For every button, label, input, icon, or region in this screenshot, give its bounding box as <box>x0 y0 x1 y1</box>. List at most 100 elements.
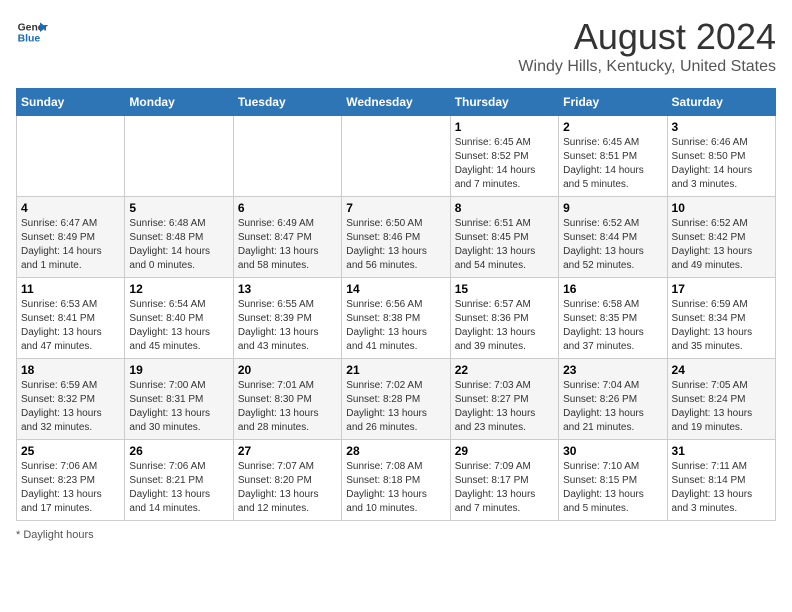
day-info: Sunrise: 6:50 AM Sunset: 8:46 PM Dayligh… <box>346 217 445 273</box>
calendar-cell: 26 Sunrise: 7:06 AM Sunset: 8:21 PM Dayli… <box>125 440 233 521</box>
day-number: 6 <box>238 201 337 215</box>
calendar-cell: 28 Sunrise: 7:08 AM Sunset: 8:18 PM Dayli… <box>342 440 450 521</box>
day-number: 30 <box>563 444 662 458</box>
day-number: 12 <box>129 282 228 296</box>
calendar-cell: 23 Sunrise: 7:04 AM Sunset: 8:26 PM Dayli… <box>559 359 667 440</box>
day-number: 17 <box>672 282 771 296</box>
main-title: August 2024 <box>518 16 776 58</box>
subtitle: Windy Hills, Kentucky, United States <box>518 58 776 76</box>
day-info: Sunrise: 6:59 AM Sunset: 8:32 PM Dayligh… <box>21 379 120 435</box>
day-number: 20 <box>238 363 337 377</box>
day-info: Sunrise: 6:51 AM Sunset: 8:45 PM Dayligh… <box>455 217 554 273</box>
calendar-day-header: Thursday <box>450 89 558 116</box>
day-number: 1 <box>455 120 554 134</box>
day-info: Sunrise: 6:45 AM Sunset: 8:51 PM Dayligh… <box>563 136 662 192</box>
calendar-cell: 12 Sunrise: 6:54 AM Sunset: 8:40 PM Dayli… <box>125 278 233 359</box>
day-info: Sunrise: 6:55 AM Sunset: 8:39 PM Dayligh… <box>238 298 337 354</box>
day-number: 31 <box>672 444 771 458</box>
calendar-cell <box>125 116 233 197</box>
day-number: 14 <box>346 282 445 296</box>
calendar-day-header: Saturday <box>667 89 775 116</box>
day-number: 18 <box>21 363 120 377</box>
day-info: Sunrise: 7:08 AM Sunset: 8:18 PM Dayligh… <box>346 460 445 516</box>
calendar-cell: 7Sunrise: 6:50 AM Sunset: 8:46 PM Daylig… <box>342 197 450 278</box>
svg-text:Blue: Blue <box>18 34 41 45</box>
day-info: Sunrise: 7:06 AM Sunset: 8:23 PM Dayligh… <box>21 460 120 516</box>
calendar-cell: 21 Sunrise: 7:02 AM Sunset: 8:28 PM Dayli… <box>342 359 450 440</box>
day-info: Sunrise: 6:45 AM Sunset: 8:52 PM Dayligh… <box>455 136 554 192</box>
calendar-cell: 22Sunrise: 7:03 AM Sunset: 8:27 PM Dayli… <box>450 359 558 440</box>
day-info: Sunrise: 6:52 AM Sunset: 8:42 PM Dayligh… <box>672 217 771 273</box>
day-number: 27 <box>238 444 337 458</box>
calendar-week-row: 11 Sunrise: 6:53 AM Sunset: 8:41 PM Dayli… <box>17 278 776 359</box>
day-number: 10 <box>672 201 771 215</box>
day-number: 9 <box>563 201 662 215</box>
day-info: Sunrise: 6:48 AM Sunset: 8:48 PM Dayligh… <box>129 217 228 273</box>
day-info: Sunrise: 7:06 AM Sunset: 8:21 PM Dayligh… <box>129 460 228 516</box>
day-info: Sunrise: 6:49 AM Sunset: 8:47 PM Dayligh… <box>238 217 337 273</box>
calendar-cell: 31 Sunrise: 7:11 AM Sunset: 8:14 PM Dayli… <box>667 440 775 521</box>
day-info: Sunrise: 7:02 AM Sunset: 8:28 PM Dayligh… <box>346 379 445 435</box>
day-number: 22 <box>455 363 554 377</box>
calendar-week-row: 18 Sunrise: 6:59 AM Sunset: 8:32 PM Dayli… <box>17 359 776 440</box>
calendar-cell <box>342 116 450 197</box>
day-info: Sunrise: 6:52 AM Sunset: 8:44 PM Dayligh… <box>563 217 662 273</box>
calendar-cell: 17Sunrise: 6:59 AM Sunset: 8:34 PM Dayli… <box>667 278 775 359</box>
day-number: 5 <box>129 201 228 215</box>
calendar-cell: 25 Sunrise: 7:06 AM Sunset: 8:23 PM Dayli… <box>17 440 125 521</box>
day-info: Sunrise: 7:11 AM Sunset: 8:14 PM Dayligh… <box>672 460 771 516</box>
calendar-cell <box>233 116 341 197</box>
day-number: 24 <box>672 363 771 377</box>
day-info: Sunrise: 7:00 AM Sunset: 8:31 PM Dayligh… <box>129 379 228 435</box>
day-info: Sunrise: 6:54 AM Sunset: 8:40 PM Dayligh… <box>129 298 228 354</box>
calendar-cell: 16Sunrise: 6:58 AM Sunset: 8:35 PM Dayli… <box>559 278 667 359</box>
title-block: August 2024 Windy Hills, Kentucky, Unite… <box>518 16 776 76</box>
day-number: 15 <box>455 282 554 296</box>
day-info: Sunrise: 6:53 AM Sunset: 8:41 PM Dayligh… <box>21 298 120 354</box>
day-number: 8 <box>455 201 554 215</box>
day-info: Sunrise: 6:57 AM Sunset: 8:36 PM Dayligh… <box>455 298 554 354</box>
day-number: 4 <box>21 201 120 215</box>
calendar-cell: 8 Sunrise: 6:51 AM Sunset: 8:45 PM Daylig… <box>450 197 558 278</box>
day-info: Sunrise: 6:46 AM Sunset: 8:50 PM Dayligh… <box>672 136 771 192</box>
calendar-cell: 29 Sunrise: 7:09 AM Sunset: 8:17 PM Dayli… <box>450 440 558 521</box>
calendar-week-row: 4 Sunrise: 6:47 AM Sunset: 8:49 PM Daylig… <box>17 197 776 278</box>
day-number: 21 <box>346 363 445 377</box>
calendar-cell: 30Sunrise: 7:10 AM Sunset: 8:15 PM Dayli… <box>559 440 667 521</box>
day-info: Sunrise: 7:04 AM Sunset: 8:26 PM Dayligh… <box>563 379 662 435</box>
calendar-week-row: 25 Sunrise: 7:06 AM Sunset: 8:23 PM Dayli… <box>17 440 776 521</box>
day-number: 25 <box>21 444 120 458</box>
day-number: 29 <box>455 444 554 458</box>
day-number: 3 <box>672 120 771 134</box>
calendar-cell: 14Sunrise: 6:56 AM Sunset: 8:38 PM Dayli… <box>342 278 450 359</box>
day-number: 23 <box>563 363 662 377</box>
calendar-day-header: Wednesday <box>342 89 450 116</box>
footer-note: * Daylight hours <box>16 529 776 541</box>
calendar-cell: 24 Sunrise: 7:05 AM Sunset: 8:24 PM Dayli… <box>667 359 775 440</box>
calendar-day-header: Friday <box>559 89 667 116</box>
calendar-cell: 27 Sunrise: 7:07 AM Sunset: 8:20 PM Dayli… <box>233 440 341 521</box>
calendar-cell: 1 Sunrise: 6:45 AM Sunset: 8:52 PM Daylig… <box>450 116 558 197</box>
calendar-cell: 4 Sunrise: 6:47 AM Sunset: 8:49 PM Daylig… <box>17 197 125 278</box>
calendar-cell: 13 Sunrise: 6:55 AM Sunset: 8:39 PM Dayli… <box>233 278 341 359</box>
logo: General Blue <box>16 16 48 48</box>
logo-icon: General Blue <box>16 16 48 48</box>
day-number: 16 <box>563 282 662 296</box>
calendar-day-header: Tuesday <box>233 89 341 116</box>
day-number: 28 <box>346 444 445 458</box>
day-info: Sunrise: 7:05 AM Sunset: 8:24 PM Dayligh… <box>672 379 771 435</box>
calendar-cell: 5 Sunrise: 6:48 AM Sunset: 8:48 PM Daylig… <box>125 197 233 278</box>
day-number: 11 <box>21 282 120 296</box>
day-info: Sunrise: 6:47 AM Sunset: 8:49 PM Dayligh… <box>21 217 120 273</box>
day-info: Sunrise: 7:09 AM Sunset: 8:17 PM Dayligh… <box>455 460 554 516</box>
calendar-day-header: Sunday <box>17 89 125 116</box>
day-number: 26 <box>129 444 228 458</box>
day-number: 13 <box>238 282 337 296</box>
calendar-cell: 18 Sunrise: 6:59 AM Sunset: 8:32 PM Dayli… <box>17 359 125 440</box>
day-number: 2 <box>563 120 662 134</box>
day-info: Sunrise: 7:07 AM Sunset: 8:20 PM Dayligh… <box>238 460 337 516</box>
calendar-cell <box>17 116 125 197</box>
page-header: General Blue August 2024 Windy Hills, Ke… <box>16 16 776 76</box>
calendar-cell: 20Sunrise: 7:01 AM Sunset: 8:30 PM Dayli… <box>233 359 341 440</box>
calendar-week-row: 1 Sunrise: 6:45 AM Sunset: 8:52 PM Daylig… <box>17 116 776 197</box>
